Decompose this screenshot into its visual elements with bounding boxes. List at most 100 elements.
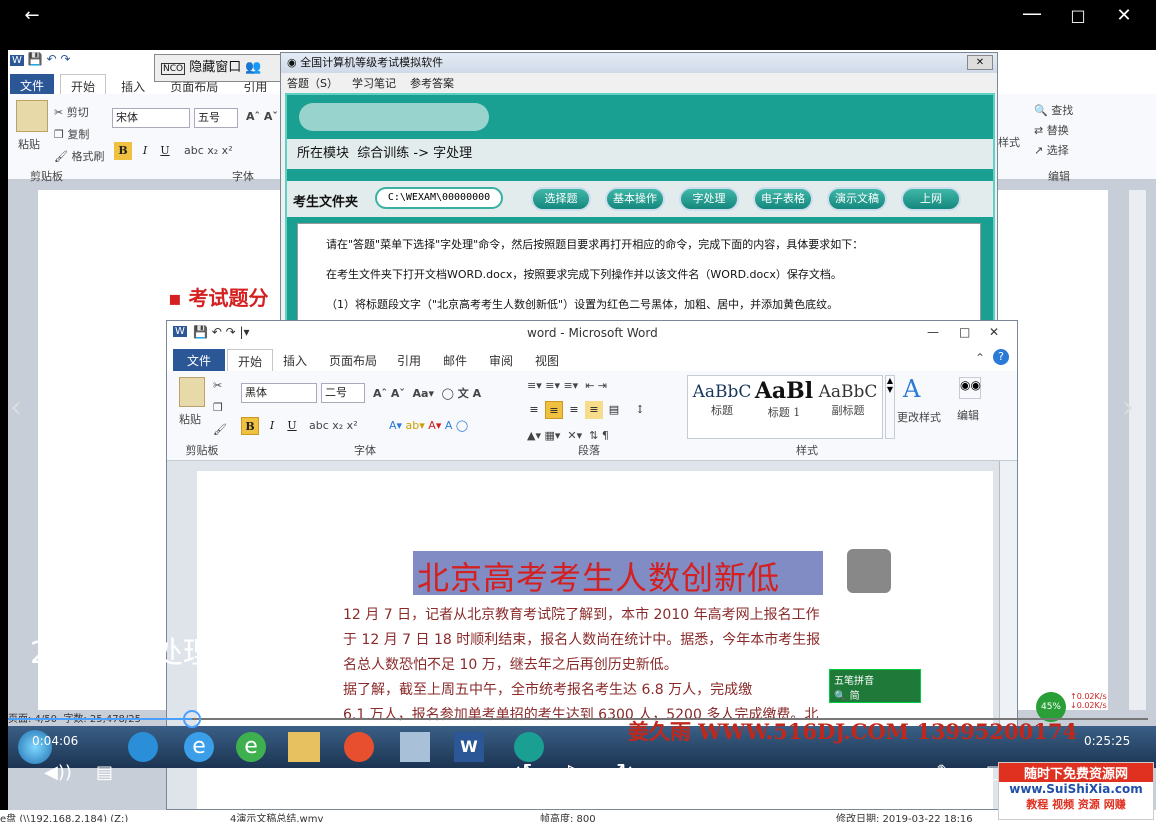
btn-internet[interactable]: 上网	[901, 187, 961, 211]
ime-toolbar[interactable]: 五笔拼音 🔍 简	[829, 669, 921, 703]
app-icon[interactable]	[400, 732, 430, 762]
line-spacing-icon[interactable]: ↕	[631, 401, 649, 419]
word-minimize-icon[interactable]: —	[927, 325, 939, 339]
bg-italic-button[interactable]: I	[136, 142, 154, 160]
grow-font-icon[interactable]: Aˆ Aˇ	[246, 110, 278, 123]
edit-label[interactable]: 编辑	[957, 407, 979, 423]
change-styles-icon[interactable]: A	[903, 375, 920, 403]
word-copy-icon[interactable]: ❐	[213, 401, 223, 414]
btn-basic-ops[interactable]: 基本操作	[605, 187, 665, 211]
bg-strike-sub-sup[interactable]: abc x₂ x²	[184, 144, 233, 157]
word-qat[interactable]: 💾 ↶ ↷ |▾	[193, 325, 250, 339]
skip-forward-icon[interactable]: ↻30	[616, 760, 647, 785]
prev-arrow-icon[interactable]: ‹	[10, 390, 22, 425]
word-tab-home[interactable]: 开始	[227, 349, 274, 373]
seek-thumb[interactable]	[182, 710, 201, 728]
folder-path[interactable]: C:\WEXAM\00000000	[375, 187, 503, 209]
word-text-effects-icon[interactable]: A▾ ab▾ A▾ A ◯	[389, 419, 468, 432]
align-left-icon[interactable]: ≡	[525, 401, 543, 419]
bg-replace[interactable]: ⇄ 替换	[1034, 122, 1069, 138]
word-shading-border-icons[interactable]: ▲▾ ▦▾ ✕▾ ⇅ ¶	[527, 429, 609, 442]
word-tab-view[interactable]: 视图	[525, 349, 569, 372]
align-right-icon[interactable]: ≡	[565, 401, 583, 419]
word-file-tab[interactable]: 文件	[173, 349, 226, 372]
explorer-icon[interactable]	[288, 732, 320, 762]
word-tab-insert[interactable]: 插入	[273, 349, 317, 372]
skip-back-icon[interactable]: ↺10	[514, 760, 545, 785]
word-tab-layout[interactable]: 页面布局	[319, 349, 387, 372]
change-styles-label[interactable]: 更改样式	[897, 409, 941, 425]
style-title[interactable]: AaBbC 标题	[692, 382, 752, 418]
bg-cut[interactable]: ✂ 剪切	[54, 104, 89, 120]
video-player: ← — □ ✕ W 💾 ↶ ↷ 文件 开始 插入 页面布局 引用 粘贴 ✂ 剪切…	[0, 0, 1156, 822]
bg-styles-button[interactable]: 样式	[998, 134, 1020, 150]
word-cut-icon[interactable]: ✂	[213, 379, 222, 392]
captions-icon[interactable]: ▤	[96, 762, 113, 783]
close-icon[interactable]: ✕	[1104, 0, 1144, 32]
bg-underline-button[interactable]: U	[156, 142, 174, 160]
next-arrow-icon[interactable]: ›	[1122, 390, 1134, 425]
ie-icon[interactable]: e	[184, 732, 214, 762]
exam-taskbar-icon[interactable]	[514, 732, 544, 762]
word-italic-button[interactable]: I	[263, 417, 281, 435]
play-icon[interactable]: ▷	[568, 760, 585, 785]
bg-select[interactable]: ↗ 选择	[1034, 142, 1069, 158]
btn-spreadsheet[interactable]: 电子表格	[753, 187, 813, 211]
justify-icon[interactable]: ≡	[585, 401, 603, 419]
doc-body[interactable]: 12 月 7 日，记者从北京教育考试院了解到，本市 2010 年高考网上报名工作…	[343, 603, 903, 728]
btn-choice[interactable]: 选择题	[531, 187, 591, 211]
style-gallery-scroll[interactable]: ▲ ▼	[885, 375, 895, 439]
doc-para-2: 于 12 月 7 日 18 时顺利结束，报名人数尚在统计中。据悉，今年本市考生报	[343, 632, 821, 648]
binoculars-icon[interactable]: ◉◉	[959, 377, 981, 399]
volume-icon[interactable]: ◀))	[44, 762, 72, 783]
qq-icon[interactable]	[128, 732, 158, 762]
bg-font-name[interactable]: 宋体	[112, 108, 190, 128]
word-tab-references[interactable]: 引用	[387, 349, 431, 372]
player-title-bar: ← — □ ✕	[0, 0, 1156, 32]
back-arrow-icon[interactable]: ←	[12, 0, 52, 32]
word-paste-icon[interactable]	[179, 377, 205, 407]
word-format-painter-icon[interactable]: 🖌	[213, 423, 227, 436]
word-font-size[interactable]: 二号	[321, 383, 365, 403]
word-bold-button[interactable]: B	[241, 417, 259, 435]
sim-menu-reference[interactable]: 参考答案	[410, 77, 454, 90]
help-icon[interactable]: ?	[993, 349, 1009, 365]
word-tab-review[interactable]: 审阅	[479, 349, 523, 372]
word-taskbar-icon[interactable]: W	[454, 732, 484, 762]
word-list-icons[interactable]: ≡▾ ≡▾ ≡▾ ⇤ ⇥	[527, 379, 607, 392]
hide-window-widget[interactable]: NCO 隐藏窗口 👥	[154, 54, 284, 82]
collapse-ribbon-icon[interactable]: ⌃	[975, 351, 985, 365]
bg-copy[interactable]: ❐ 复制	[54, 126, 89, 142]
word-grow-shrink-icon[interactable]: Aˆ Aˇ Aa▾ ◯ 文 A	[373, 385, 481, 401]
word-strike-sub-sup[interactable]: abc x₂ x²	[309, 419, 358, 432]
chrome-icon[interactable]	[344, 732, 374, 762]
bg-bold-button[interactable]: B	[114, 142, 132, 160]
pen-icon[interactable]: ✎	[936, 760, 953, 784]
sim-menu-notes[interactable]: 学习笔记	[352, 77, 396, 90]
bg-find[interactable]: 🔍 查找	[1034, 102, 1073, 118]
style-heading-1[interactable]: AaBl 标题 1	[754, 378, 814, 420]
bg-scrollbar[interactable]	[1128, 190, 1146, 710]
word-tab-mailings[interactable]: 邮件	[433, 349, 477, 372]
browser-icon[interactable]: e	[236, 732, 266, 762]
word-close-icon[interactable]: ✕	[989, 325, 999, 339]
style-subtitle[interactable]: AaBbC 副标题	[818, 382, 878, 418]
distribute-icon[interactable]: ▤	[605, 401, 623, 419]
bg-font-size[interactable]: 五号	[194, 108, 238, 128]
word-title: word - Microsoft Word	[527, 326, 658, 340]
btn-presentation[interactable]: 演示文稿	[827, 187, 887, 211]
word-font-name[interactable]: 黑体	[241, 383, 317, 403]
btn-word-processing[interactable]: 字处理	[679, 187, 739, 211]
video-frame: W 💾 ↶ ↷ 文件 开始 插入 页面布局 引用 粘贴 ✂ 剪切 ❐ 复制 🖌 …	[8, 50, 1156, 810]
sim-close-icon[interactable]: ✕	[967, 55, 993, 70]
paste-icon[interactable]	[16, 100, 48, 132]
doc-title[interactable]: 北京高考考生人数创新低	[417, 553, 780, 599]
minimize-icon[interactable]: —	[1012, 0, 1052, 29]
word-underline-button[interactable]: U	[283, 417, 301, 435]
bg-format-painter[interactable]: 🖌 格式刷	[54, 148, 104, 164]
seek-track[interactable]	[8, 710, 1148, 728]
word-maximize-icon[interactable]: □	[959, 325, 970, 339]
sim-menu-answer[interactable]: 答题（S）	[287, 77, 338, 90]
align-center-icon[interactable]: ≡	[545, 401, 563, 419]
maximize-icon[interactable]: □	[1058, 0, 1098, 32]
